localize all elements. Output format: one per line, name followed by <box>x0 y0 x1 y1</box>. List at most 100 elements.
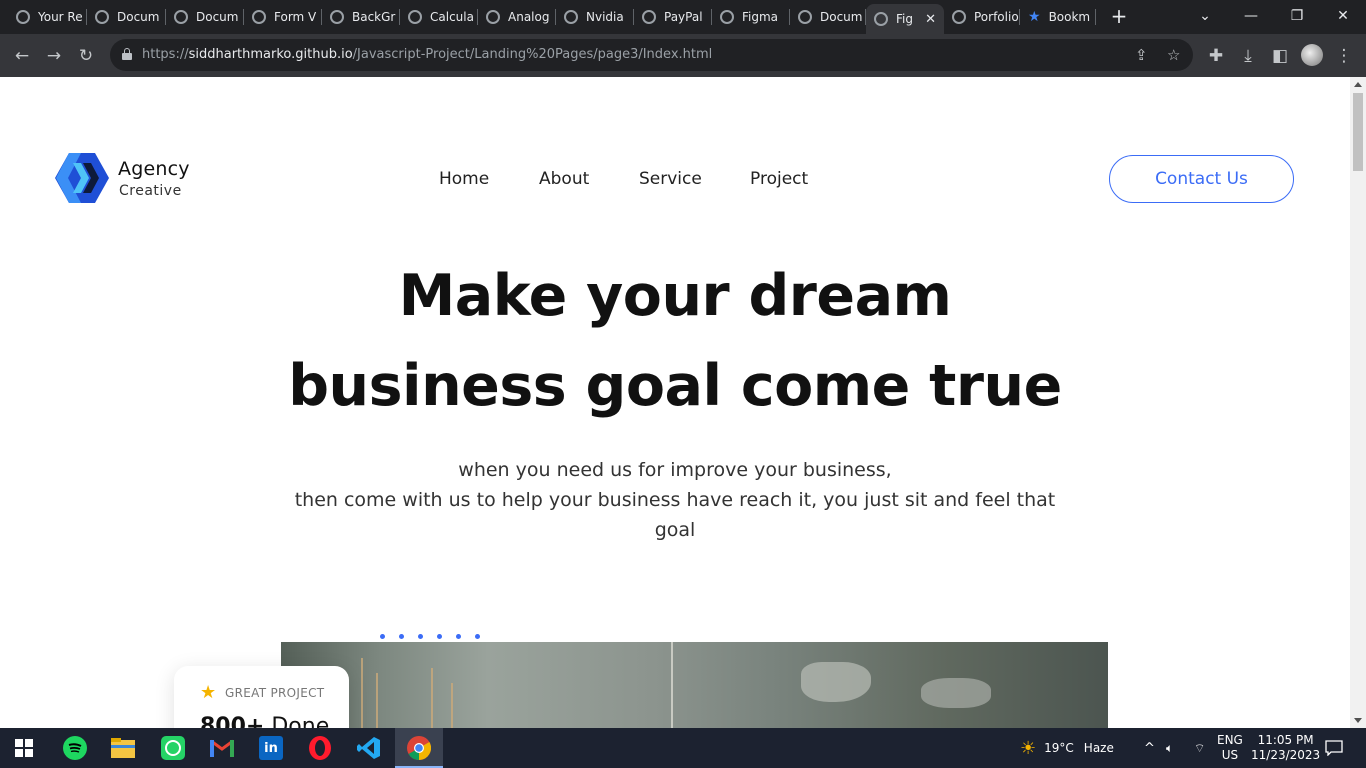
browser-tab[interactable]: BackGr <box>322 4 400 30</box>
tab-separator <box>1095 9 1096 25</box>
hero-subtitle-line2: then come with us to help your business … <box>294 489 1056 511</box>
lock-icon <box>122 48 132 60</box>
nav-service[interactable]: Service <box>639 169 702 189</box>
url-text[interactable]: https://siddharthmarko.github.io/Javascr… <box>142 47 712 62</box>
hero-title-line2: business goal come true <box>288 353 1062 419</box>
tab-title: Porfolio <box>974 10 1019 24</box>
scroll-thumb[interactable] <box>1353 93 1363 171</box>
side-panel-icon[interactable]: ◧ <box>1268 44 1292 68</box>
network-icon[interactable]: ⌔ <box>1194 728 1205 768</box>
globe-icon <box>952 10 966 24</box>
globe-icon <box>252 10 266 24</box>
globe-icon <box>174 10 188 24</box>
tab-title: Fig <box>896 12 913 26</box>
brand-name: Agency <box>118 158 190 180</box>
extensions-icon[interactable]: ✚ <box>1204 44 1228 68</box>
file-explorer-icon[interactable] <box>111 736 135 760</box>
stat-card: ★ GREAT PROJECT 800+ Done <box>174 666 349 728</box>
tab-strip: Your Re Docum Docum Form V BackGr Calcula Anal… <box>0 0 1366 34</box>
browser-toolbar: ← → ↻ https://siddharthmarko.github.io/J… <box>0 34 1366 77</box>
tab-title: Figma <box>742 10 779 24</box>
globe-icon <box>95 10 109 24</box>
browser-tab[interactable]: Fig ✕ <box>866 4 944 34</box>
agency-logo <box>55 153 109 203</box>
browser-tab[interactable]: Docum <box>166 4 244 30</box>
browser-tab[interactable]: Form V <box>244 4 322 30</box>
globe-icon <box>330 10 344 24</box>
globe-icon <box>486 10 500 24</box>
whatsapp-icon[interactable] <box>161 736 185 760</box>
new-tab-button[interactable]: + <box>1107 5 1131 29</box>
browser-tab[interactable]: Calcula <box>400 4 478 30</box>
tab-search-button[interactable]: ⌄ <box>1182 0 1228 32</box>
browser-tab[interactable]: Figma <box>712 4 790 30</box>
browser-tab[interactable]: Analog <box>478 4 556 30</box>
weather-temp: 19°C <box>1044 741 1074 755</box>
vscode-icon[interactable] <box>357 736 381 760</box>
profile-avatar[interactable] <box>1301 44 1323 66</box>
taskbar: in ☀ 19°C Haze ^ 🔈︎ ⌔ ENG US 11:05 PM 11… <box>0 728 1366 768</box>
hero-image <box>281 642 1108 728</box>
close-window-button[interactable]: ✕ <box>1320 0 1366 32</box>
minimize-button[interactable]: — <box>1228 0 1274 32</box>
browser-tab[interactable]: ★ Bookm <box>1020 4 1096 30</box>
volume-icon[interactable]: 🔈︎ <box>1166 728 1173 768</box>
language-indicator[interactable]: ENG US <box>1217 728 1243 768</box>
menu-icon[interactable]: ⋮ <box>1332 44 1356 68</box>
notification-icon[interactable] <box>1325 728 1343 768</box>
linkedin-icon[interactable]: in <box>259 736 283 760</box>
nav-about[interactable]: About <box>539 169 589 189</box>
browser-tab[interactable]: Your Re <box>8 4 87 30</box>
tab-title: Docum <box>820 10 863 24</box>
tab-title: Calcula <box>430 10 474 24</box>
tab-title: Form V <box>274 10 317 24</box>
weather-desc: Haze <box>1083 741 1114 755</box>
browser-tab[interactable]: PayPal <box>634 4 712 30</box>
weather-icon: ☀ <box>1020 737 1037 759</box>
share-icon[interactable]: ⇪ <box>1135 46 1148 64</box>
spotify-icon[interactable] <box>63 736 87 760</box>
page-scrollbar[interactable] <box>1350 77 1366 728</box>
tab-title: Nvidia <box>586 10 624 24</box>
stat-card-number: 800+ Done <box>200 714 330 728</box>
scroll-up-icon[interactable] <box>1354 82 1362 87</box>
globe-icon <box>874 12 888 26</box>
reload-icon[interactable]: ↻ <box>74 44 98 68</box>
star-icon: ★ <box>200 682 217 703</box>
browser-tab[interactable]: Docum <box>790 4 866 30</box>
tab-title: Docum <box>117 10 160 24</box>
windows-start-icon[interactable] <box>12 736 36 760</box>
nav-project[interactable]: Project <box>750 169 808 189</box>
back-icon[interactable]: ← <box>10 44 34 68</box>
forward-icon[interactable]: → <box>42 44 66 68</box>
globe-icon <box>720 10 734 24</box>
globe-icon <box>642 10 656 24</box>
gmail-icon[interactable] <box>210 736 234 760</box>
contact-us-button[interactable]: Contact Us <box>1109 155 1294 203</box>
hero-subtitle-line3: goal <box>654 519 696 541</box>
nav-home[interactable]: Home <box>439 169 489 189</box>
hero-title-line1: Make your dream <box>398 263 952 329</box>
download-icon[interactable]: ⤓ <box>1236 44 1260 68</box>
globe-icon <box>564 10 578 24</box>
tab-title: BackGr <box>352 10 396 24</box>
close-tab-icon[interactable]: ✕ <box>925 12 936 27</box>
tab-title: Docum <box>196 10 239 24</box>
weather-widget[interactable]: ☀ 19°C Haze <box>1020 728 1114 768</box>
browser-tab[interactable]: Docum <box>87 4 166 30</box>
scroll-down-icon[interactable] <box>1354 718 1362 723</box>
globe-icon <box>408 10 422 24</box>
address-bar[interactable]: https://siddharthmarko.github.io/Javascr… <box>110 39 1193 71</box>
hero-subtitle-line1: when you need us for improve your busine… <box>458 459 892 481</box>
bookmark-star-icon[interactable]: ☆ <box>1167 46 1180 64</box>
stat-card-label: GREAT PROJECT <box>225 686 325 700</box>
clock[interactable]: 11:05 PM 11/23/2023 <box>1251 728 1320 768</box>
chevron-up-icon[interactable]: ^ <box>1144 728 1155 768</box>
restore-button[interactable]: ❐ <box>1274 0 1320 32</box>
browser-tab[interactable]: Porfolio <box>944 4 1020 30</box>
browser-tab[interactable]: Nvidia <box>556 4 634 30</box>
github-icon <box>16 10 30 24</box>
opera-icon[interactable] <box>308 736 332 760</box>
chrome-icon[interactable] <box>407 736 431 760</box>
brand-tagline: Creative <box>119 183 182 199</box>
